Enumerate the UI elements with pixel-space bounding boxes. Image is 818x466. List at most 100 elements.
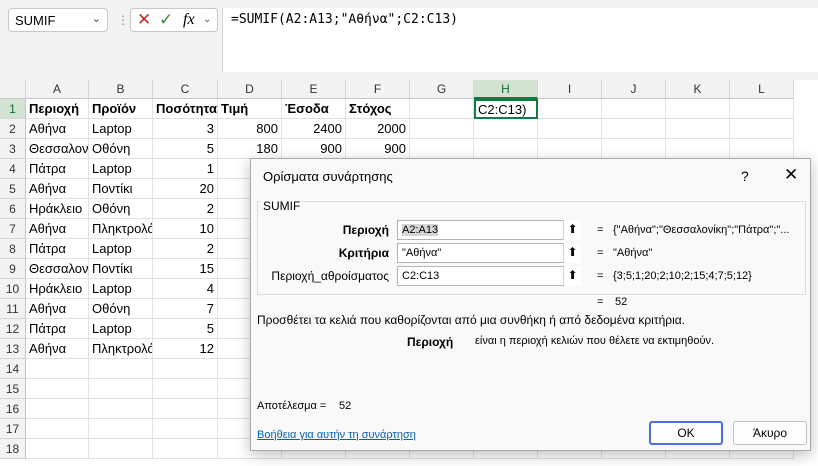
cell-a12[interactable]: Πάτρα	[26, 319, 89, 339]
cell-a10[interactable]: Ηράκλειο	[26, 279, 89, 299]
formula-input[interactable]: =SUMIF(A2:A13;"Αθήνα";C2:C13)	[222, 8, 818, 72]
column-header-j[interactable]: J	[602, 80, 666, 99]
row-header-16[interactable]: 16	[0, 399, 26, 419]
cell-f2[interactable]: 2000	[346, 119, 410, 139]
arg-input-sum-range[interactable]: C2:C13	[397, 266, 581, 286]
cell-a16[interactable]	[26, 399, 89, 419]
cell-d3[interactable]: 180	[218, 139, 282, 159]
column-header-d[interactable]: D	[218, 80, 282, 99]
cell-l3[interactable]	[730, 139, 794, 159]
row-header-15[interactable]: 15	[0, 379, 26, 399]
column-header-l[interactable]: L	[730, 80, 794, 99]
help-link[interactable]: Βοήθεια για αυτήν τη συνάρτηση	[257, 429, 416, 441]
column-header-h[interactable]: H	[474, 80, 538, 99]
cell-a1[interactable]: Περιοχή	[26, 99, 89, 119]
row-header-13[interactable]: 13	[0, 339, 26, 359]
cell-g1[interactable]	[410, 99, 474, 119]
cell-a11[interactable]: Αθήνα	[26, 299, 89, 319]
column-header-e[interactable]: E	[282, 80, 346, 99]
cell-a8[interactable]: Πάτρα	[26, 239, 89, 259]
cell-j3[interactable]	[602, 139, 666, 159]
row-header-3[interactable]: 3	[0, 139, 26, 159]
cell-a7[interactable]: Αθήνα	[26, 219, 89, 239]
cell-j2[interactable]	[602, 119, 666, 139]
cell-b8[interactable]: Laptop	[89, 239, 153, 259]
cell-a4[interactable]: Πάτρα	[26, 159, 89, 179]
insert-function-icon[interactable]: fx	[183, 11, 195, 29]
chevron-down-icon[interactable]: ⌄	[203, 14, 211, 25]
row-header-7[interactable]: 7	[0, 219, 26, 239]
active-cell[interactable]: C2:C13)	[474, 99, 538, 119]
cell-c4[interactable]: 1	[153, 159, 218, 179]
cell-c9[interactable]: 15	[153, 259, 218, 279]
column-header-i[interactable]: I	[538, 80, 602, 99]
cell-a15[interactable]	[26, 379, 89, 399]
cell-g2[interactable]	[410, 119, 474, 139]
check-icon[interactable]: ✓	[159, 10, 173, 30]
cell-a9[interactable]: Θεσσαλονίκη	[26, 259, 89, 279]
cell-b18[interactable]	[89, 439, 153, 459]
cell-b9[interactable]: Ποντίκι	[89, 259, 153, 279]
arg-input-criteria[interactable]: "Αθήνα"	[397, 243, 581, 263]
cell-h2[interactable]	[474, 119, 538, 139]
cell-c15[interactable]	[153, 379, 218, 399]
cell-k1[interactable]	[666, 99, 730, 119]
ok-button[interactable]: OK	[649, 421, 723, 445]
cell-c8[interactable]: 2	[153, 239, 218, 259]
cell-j1[interactable]	[602, 99, 666, 119]
cell-a2[interactable]: Αθήνα	[26, 119, 89, 139]
cell-b13[interactable]: Πληκτρολόγιο	[89, 339, 153, 359]
row-header-11[interactable]: 11	[0, 299, 26, 319]
column-header-f[interactable]: F	[346, 80, 410, 99]
cell-k2[interactable]	[666, 119, 730, 139]
cell-b4[interactable]: Laptop	[89, 159, 153, 179]
cell-c18[interactable]	[153, 439, 218, 459]
cell-b5[interactable]: Ποντίκι	[89, 179, 153, 199]
cell-b6[interactable]: Οθόνη	[89, 199, 153, 219]
row-header-4[interactable]: 4	[0, 159, 26, 179]
cell-c3[interactable]: 5	[153, 139, 218, 159]
column-header-c[interactable]: C	[153, 80, 218, 99]
cell-b16[interactable]	[89, 399, 153, 419]
cell-l2[interactable]	[730, 119, 794, 139]
collapse-dialog-icon[interactable]: ⬆	[563, 266, 581, 286]
row-header-10[interactable]: 10	[0, 279, 26, 299]
cell-c6[interactable]: 2	[153, 199, 218, 219]
cell-c13[interactable]: 12	[153, 339, 218, 359]
cell-e1[interactable]: Έσοδα	[282, 99, 346, 119]
cell-c10[interactable]: 4	[153, 279, 218, 299]
row-header-5[interactable]: 5	[0, 179, 26, 199]
cell-a6[interactable]: Ηράκλειο	[26, 199, 89, 219]
cell-c2[interactable]: 3	[153, 119, 218, 139]
cell-f3[interactable]: 900	[346, 139, 410, 159]
cell-a18[interactable]	[26, 439, 89, 459]
cell-a17[interactable]	[26, 419, 89, 439]
cell-k3[interactable]	[666, 139, 730, 159]
arg-input-range[interactable]: A2:A13	[397, 220, 581, 240]
cell-c12[interactable]: 5	[153, 319, 218, 339]
row-header-12[interactable]: 12	[0, 319, 26, 339]
cell-b7[interactable]: Πληκτρολόγιο	[89, 219, 153, 239]
cell-c1[interactable]: Ποσότητα	[153, 99, 218, 119]
row-header-17[interactable]: 17	[0, 419, 26, 439]
column-header-b[interactable]: B	[89, 80, 153, 99]
collapse-dialog-icon[interactable]: ⬆	[563, 243, 581, 263]
cell-c7[interactable]: 10	[153, 219, 218, 239]
cancel-icon[interactable]: ✕	[137, 10, 151, 30]
column-header-k[interactable]: K	[666, 80, 730, 99]
row-header-9[interactable]: 9	[0, 259, 26, 279]
close-icon[interactable]: ✕	[784, 165, 798, 185]
name-box[interactable]: SUMIF ⌄	[8, 8, 108, 32]
cell-c17[interactable]	[153, 419, 218, 439]
drag-handle-icon[interactable]: ⋮	[117, 13, 129, 27]
cell-c5[interactable]: 20	[153, 179, 218, 199]
column-header-g[interactable]: G	[410, 80, 474, 99]
cell-d1[interactable]: Τιμή	[218, 99, 282, 119]
cell-a14[interactable]	[26, 359, 89, 379]
cell-a5[interactable]: Αθήνα	[26, 179, 89, 199]
row-header-6[interactable]: 6	[0, 199, 26, 219]
cell-a3[interactable]: Θεσσαλονίκη	[26, 139, 89, 159]
row-header-18[interactable]: 18	[0, 439, 26, 459]
cell-b3[interactable]: Οθόνη	[89, 139, 153, 159]
row-header-1[interactable]: 1	[0, 99, 26, 119]
